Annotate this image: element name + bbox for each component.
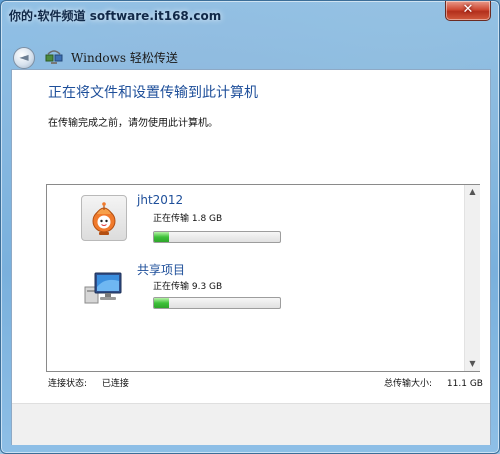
easy-transfer-window: 你的·软件频道 software.it168.com ✕ ◄ Windows 轻… bbox=[0, 0, 500, 454]
list-item-status: 正在传输 1.8 GB bbox=[153, 214, 223, 224]
transfer-list[interactable]: jht2012 正在传输 1.8 GB 共享项目 正在传输 9.3 GB ▲ ▼ bbox=[46, 184, 480, 372]
close-icon: ✕ bbox=[462, 2, 474, 17]
transfer-progress-bar bbox=[153, 297, 281, 309]
transfer-icon bbox=[45, 49, 63, 65]
connection-label: 连接状态: bbox=[48, 379, 88, 389]
back-button[interactable]: ◄ bbox=[13, 47, 35, 69]
warning-text: 在传输完成之前，请勿使用此计算机。 bbox=[48, 118, 218, 129]
total-size: 总传输大小: 11.1 GB bbox=[384, 376, 483, 389]
page-heading: 正在将文件和设置传输到此计算机 bbox=[48, 85, 258, 101]
close-button[interactable]: ✕ bbox=[445, 1, 491, 21]
list-item-name: 共享项目 bbox=[137, 263, 186, 277]
back-arrow-icon: ◄ bbox=[19, 50, 29, 64]
scroll-down-icon[interactable]: ▼ bbox=[465, 357, 480, 371]
user-avatar-icon bbox=[81, 195, 127, 241]
connection-status: 连接状态: 已连接 bbox=[48, 376, 129, 389]
progress-fill bbox=[154, 298, 169, 308]
total-size-value: 11.1 GB bbox=[446, 379, 483, 389]
connection-value: 已连接 bbox=[101, 379, 129, 389]
total-size-label: 总传输大小: bbox=[384, 379, 433, 389]
computer-icon bbox=[83, 267, 123, 307]
window-title: 你的·软件频道 software.it168.com bbox=[9, 9, 222, 23]
content-panel: 正在将文件和设置传输到此计算机 在传输完成之前，请勿使用此计算机。 jht201… bbox=[11, 69, 491, 445]
app-title: Windows 轻松传送 bbox=[71, 51, 178, 65]
scrollbar[interactable]: ▲ ▼ bbox=[464, 185, 480, 371]
button-bar bbox=[12, 403, 490, 445]
progress-fill bbox=[154, 232, 169, 242]
transfer-progress-bar bbox=[153, 231, 281, 243]
list-item-name: jht2012 bbox=[137, 193, 184, 207]
scroll-up-icon[interactable]: ▲ bbox=[465, 185, 480, 199]
list-item-status: 正在传输 9.3 GB bbox=[153, 282, 223, 292]
